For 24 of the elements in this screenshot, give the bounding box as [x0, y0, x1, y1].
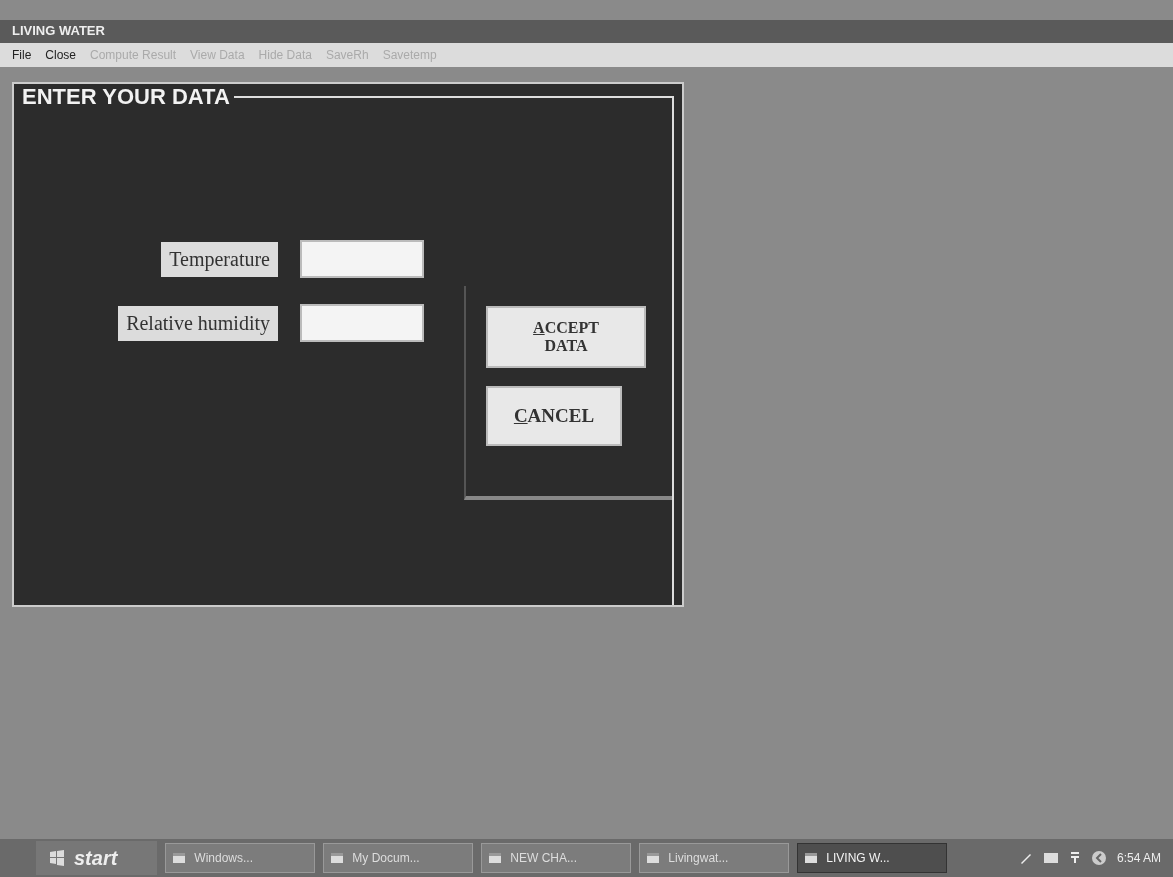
speaker-icon — [1090, 850, 1107, 866]
field-label: Temperature — [161, 241, 278, 277]
taskbar-button[interactable]: Livingwat... — [639, 843, 790, 873]
menu-item[interactable]: File — [12, 48, 32, 62]
window-icon — [330, 852, 345, 864]
window-icon — [804, 852, 819, 864]
taskbar-button[interactable]: LIVING W... — [797, 843, 948, 873]
taskbar-button[interactable]: Windows... — [165, 843, 316, 873]
clock: 6:54 AM — [1116, 851, 1161, 865]
start-button[interactable]: start — [36, 841, 158, 875]
menu-item[interactable]: Close — [45, 48, 77, 62]
windows-logo-icon — [48, 850, 66, 866]
window-icon — [172, 852, 187, 864]
field-label: Relative humidity — [118, 305, 278, 341]
form-button[interactable]: ACCEPT DATA — [486, 306, 646, 368]
window-icon — [646, 852, 661, 864]
input-field[interactable] — [300, 240, 424, 278]
window-icon — [488, 852, 503, 864]
input-field[interactable] — [300, 304, 424, 342]
window-title: LIVING WATER — [12, 23, 105, 38]
taskbar-button[interactable]: My Docum... — [323, 843, 474, 873]
monitor-icon — [1042, 852, 1059, 864]
taskbar-button[interactable]: NEW CHA... — [481, 843, 632, 873]
form-button[interactable]: CANCEL — [486, 386, 622, 446]
